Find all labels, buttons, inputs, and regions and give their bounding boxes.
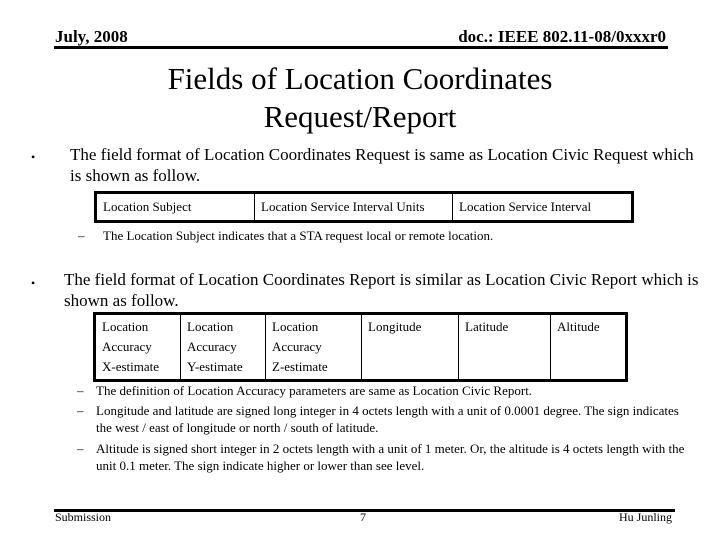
bullet-marker: •: [31, 150, 36, 164]
field-location-service-interval-units: Location Service Interval Units: [254, 192, 453, 222]
field-longitude: Longitude: [361, 313, 459, 381]
cell-line: Accuracy: [102, 339, 152, 354]
sub-item-marker: –: [77, 383, 84, 398]
cell-line: Latitude: [465, 319, 509, 334]
cell-line: Y-estimate: [187, 359, 243, 374]
bullet-report-format: The field format of Location Coordinates…: [64, 270, 699, 310]
footer-page-number: 7: [360, 510, 366, 524]
bullet-marker: •: [31, 276, 36, 290]
cell-line: Location: [272, 319, 319, 334]
sub-item-marker: –: [78, 228, 85, 243]
cell-line: Location: [187, 319, 234, 334]
cell-line: Location: [102, 319, 149, 334]
field-location-service-interval: Location Service Interval: [452, 192, 633, 222]
sub-item-altitude: Altitude is signed short integer in 2 oc…: [96, 441, 685, 473]
slide-title-line-1: Fields of Location Coordinates: [167, 61, 553, 96]
header-divider: [54, 46, 668, 49]
cell-line: Z-estimate: [272, 359, 328, 374]
table-row: Location Subject Location Service Interv…: [95, 192, 633, 222]
sub-item-accuracy-definition: The definition of Location Accuracy para…: [96, 383, 533, 398]
field-latitude: Latitude: [458, 313, 551, 381]
sub-item-location-subject: The Location Subject indicates that a ST…: [103, 228, 494, 243]
cell-line: X-estimate: [102, 359, 160, 374]
field-accuracy-x: Location Accuracy X-estimate: [94, 313, 181, 381]
header-doc-id: doc.: IEEE 802.11-08/0xxxr0: [458, 27, 666, 46]
slide-title-line-2: Request/Report: [263, 99, 457, 134]
field-accuracy-z: Location Accuracy Z-estimate: [265, 313, 362, 381]
report-field-table: Location Accuracy X-estimate Location Ac…: [93, 312, 628, 382]
field-altitude: Altitude: [550, 313, 627, 381]
cell-line: Longitude: [368, 319, 422, 334]
footer-author: Hu Junling: [618, 510, 672, 524]
field-location-subject: Location Subject: [95, 192, 255, 222]
sub-item-marker: –: [77, 441, 84, 456]
footer-submission: Submission: [55, 510, 112, 524]
sub-item-marker: –: [77, 403, 84, 418]
bullet-request-format: The field format of Location Coordinates…: [70, 145, 694, 185]
cell-line: Accuracy: [272, 339, 322, 354]
field-accuracy-y: Location Accuracy Y-estimate: [180, 313, 266, 381]
table-row: Location Accuracy X-estimate Location Ac…: [94, 313, 627, 381]
slide-title: Fields of Location Coordinates Request/R…: [0, 60, 720, 136]
sub-item-longitude-latitude: Longitude and latitude are signed long i…: [96, 403, 679, 435]
cell-line: Altitude: [557, 319, 600, 334]
request-field-table: Location Subject Location Service Interv…: [94, 191, 634, 223]
header-date: July, 2008: [55, 27, 128, 46]
cell-line: Accuracy: [187, 339, 237, 354]
